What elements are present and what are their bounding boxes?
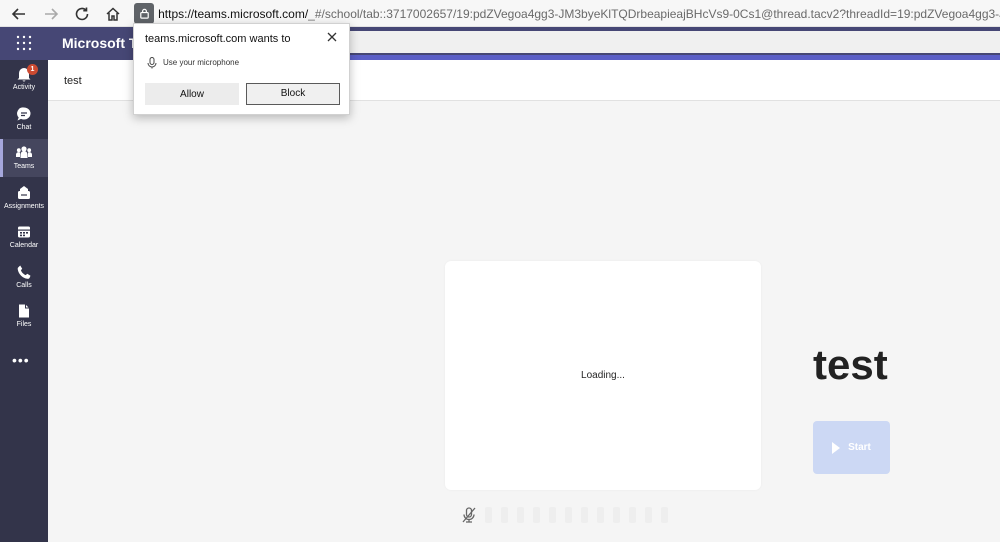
address-bar[interactable]: https://teams.microsoft.com/ _#/school/t… xyxy=(134,3,1000,24)
close-icon[interactable] xyxy=(325,30,339,44)
meter-bar xyxy=(501,507,508,523)
meter-bar xyxy=(661,507,668,523)
lock-icon[interactable] xyxy=(134,3,155,24)
rail-item-calls[interactable]: Calls xyxy=(0,258,48,296)
channel-name: test xyxy=(64,75,82,87)
rail-item-assignments[interactable]: Assignments xyxy=(0,179,48,217)
meter-bar xyxy=(533,507,540,523)
permission-title: teams.microsoft.com wants to xyxy=(145,33,291,45)
assignments-icon xyxy=(18,186,30,199)
url-path: _#/school/tab::3717002657/19:pdZVegoa4gg… xyxy=(308,6,1000,21)
more-apps-icon[interactable]: ••• xyxy=(12,352,30,368)
search-box[interactable]: n xyxy=(330,31,1000,53)
meter-bar xyxy=(629,507,636,523)
rail-item-calendar[interactable]: Calendar xyxy=(0,218,48,256)
app-launcher-icon[interactable] xyxy=(16,35,32,51)
rail-item-teams[interactable]: Teams xyxy=(0,139,48,177)
loading-text: Loading... xyxy=(581,370,625,381)
start-button-label: Start xyxy=(848,442,871,453)
chat-icon xyxy=(17,107,31,121)
meter-bar xyxy=(485,507,492,523)
rail-label: Files xyxy=(16,321,32,328)
rail-item-activity[interactable]: 1 Activity xyxy=(0,60,48,98)
microphone-icon xyxy=(147,57,157,69)
meter-bar xyxy=(645,507,652,523)
calendar-icon xyxy=(18,226,30,238)
back-arrow-icon[interactable] xyxy=(8,3,30,25)
microphone-off-icon[interactable] xyxy=(459,505,479,525)
url-host: https://teams.microsoft.com/ xyxy=(158,6,309,21)
file-icon xyxy=(19,304,29,318)
rail-label: Chat xyxy=(16,124,32,131)
app-rail: 1 Activity Chat Teams Assignments Calend… xyxy=(0,60,48,542)
preview-card: Loading... xyxy=(445,261,761,490)
permission-dialog: teams.microsoft.com wants to Use your mi… xyxy=(133,23,350,115)
rail-label: Teams xyxy=(13,163,35,170)
activity-title: test xyxy=(813,341,888,388)
rail-label: Calls xyxy=(16,282,32,289)
app-title: Microsoft Teams xyxy=(62,35,140,51)
play-icon xyxy=(832,441,841,454)
rail-item-chat[interactable]: Chat xyxy=(0,100,48,138)
meter-bar xyxy=(549,507,556,523)
start-button[interactable]: Start xyxy=(813,421,890,474)
home-icon[interactable] xyxy=(102,3,124,25)
permission-request: Use your microphone xyxy=(163,58,240,67)
meter-bar xyxy=(597,507,604,523)
meter-bar xyxy=(613,507,620,523)
activity-badge: 1 xyxy=(27,64,38,75)
teams-icon xyxy=(16,146,32,158)
rail-item-files[interactable]: Files xyxy=(0,297,48,335)
rail-label: Calendar xyxy=(9,242,39,249)
rail-label: Activity xyxy=(12,84,36,91)
meter-bar xyxy=(581,507,588,523)
meter-bar xyxy=(565,507,572,523)
refresh-icon[interactable] xyxy=(71,3,93,25)
audio-level-meter xyxy=(485,507,668,523)
rail-label: Assignments xyxy=(3,203,45,210)
allow-button[interactable]: Allow xyxy=(145,83,239,105)
phone-icon xyxy=(17,265,31,279)
block-button[interactable]: Block xyxy=(246,83,340,105)
meter-bar xyxy=(517,507,524,523)
forward-arrow-icon[interactable] xyxy=(40,3,62,25)
